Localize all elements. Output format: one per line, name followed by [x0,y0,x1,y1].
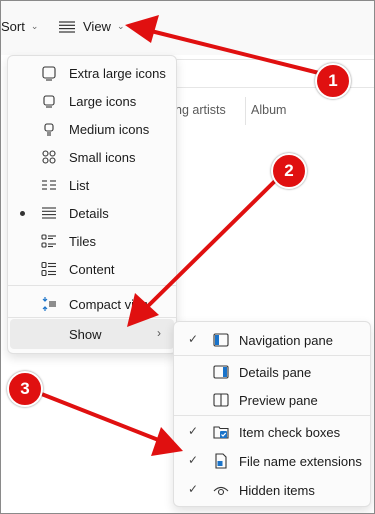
arrow-2-shaft [145,177,279,309]
arrow-1-shaft [150,29,320,75]
annotation-badge-3: 3 [7,371,43,407]
annotation-badge-2: 2 [271,153,307,189]
annotation-badge-1: 1 [315,63,351,99]
arrow-1-head [125,15,159,43]
arrow-3-head [151,427,183,456]
explorer-window: Sort ⌄ View ⌄ ng artists Album Extra lar… [0,0,375,514]
arrow-3-shaft [38,391,162,443]
